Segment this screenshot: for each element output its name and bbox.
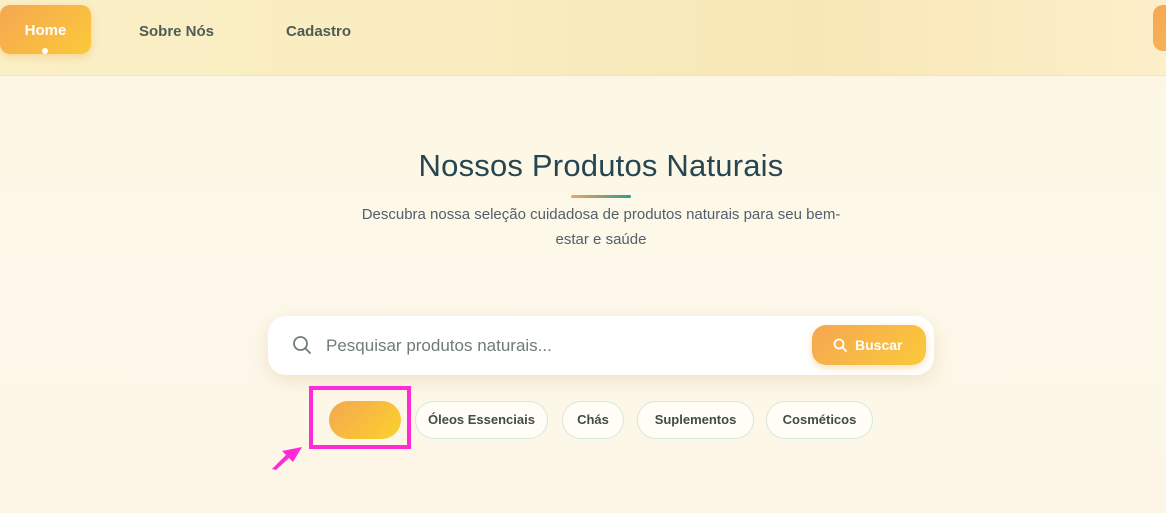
highlight-box bbox=[309, 386, 411, 449]
search-button[interactable]: Buscar bbox=[812, 325, 926, 365]
search-bar: Buscar bbox=[268, 316, 934, 375]
nav-sobre-nos-link[interactable]: Sobre Nós bbox=[139, 23, 214, 40]
search-button-icon bbox=[833, 338, 847, 352]
header-action-button[interactable] bbox=[1153, 5, 1166, 51]
active-indicator-dot bbox=[42, 48, 48, 54]
nav-home-label: Home bbox=[24, 22, 67, 39]
top-navbar: Home Sobre Nós Cadastro bbox=[0, 0, 1166, 76]
filter-chip-chas[interactable]: Chás bbox=[562, 401, 624, 439]
filter-chip-cosmeticos[interactable]: Cosméticos bbox=[766, 401, 873, 439]
search-icon bbox=[293, 336, 311, 354]
page: Home Sobre Nós Cadastro Nossos Produtos … bbox=[0, 0, 1166, 513]
page-subtitle: Descubra nossa seleção cuidadosa de prod… bbox=[361, 206, 841, 248]
pointer-arrow-icon bbox=[272, 447, 302, 470]
filter-chip-oleos-essenciais[interactable]: Óleos Essenciais bbox=[415, 401, 548, 439]
page-title: Nossos Produtos Naturais bbox=[418, 148, 784, 183]
search-button-label: Buscar bbox=[855, 337, 903, 353]
filter-chip-suplementos[interactable]: Suplementos bbox=[637, 401, 754, 439]
nav-home-button[interactable]: Home bbox=[0, 5, 91, 54]
search-input[interactable] bbox=[324, 332, 798, 360]
nav-cadastro-link[interactable]: Cadastro bbox=[286, 23, 351, 40]
title-underline bbox=[571, 195, 631, 198]
